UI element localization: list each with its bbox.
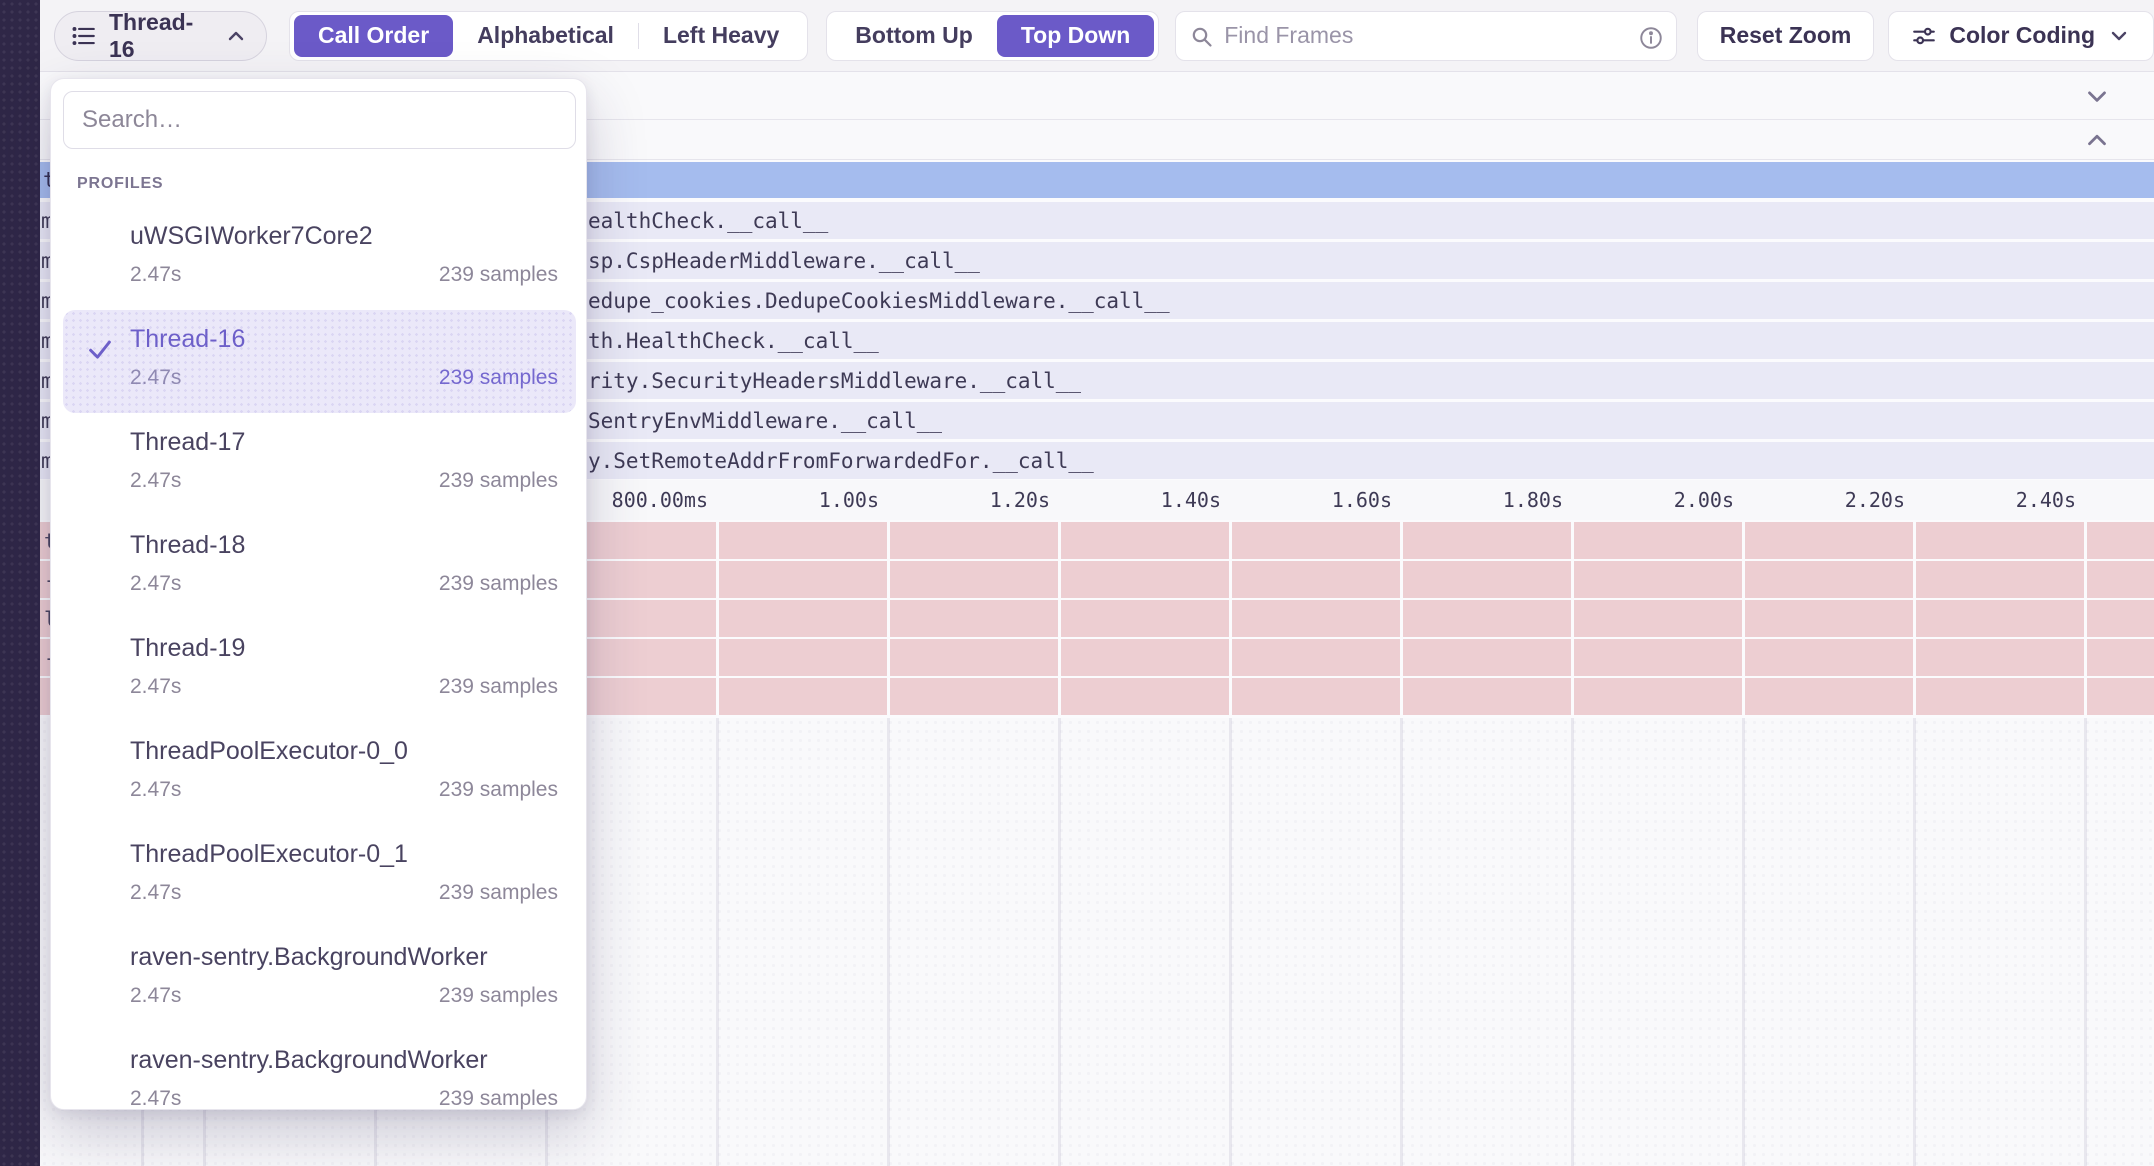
search-icon <box>1190 25 1214 49</box>
frame-label: edupe_cookies.DedupeCookiesMiddleware.__… <box>588 289 1170 313</box>
direction-bottom-up-button[interactable]: Bottom Up <box>831 15 997 57</box>
profile-duration: 2.47s <box>130 881 181 905</box>
info-icon[interactable] <box>1638 25 1664 51</box>
profile-samples: 239 samples <box>439 469 558 493</box>
axis-tick-label: 1.60s <box>1232 488 1392 512</box>
frame-label: sp.CspHeaderMiddleware.__call__ <box>588 249 980 273</box>
dropdown-search-input[interactable] <box>82 106 557 134</box>
list-item[interactable]: raven-sentry.BackgroundWorker 2.47s 239 … <box>63 928 576 1031</box>
profiler-app: Thread-16 Call Order Alphabetical Left H… <box>0 0 2154 1166</box>
frame-label: th.HealthCheck.__call__ <box>588 329 879 353</box>
list-item[interactable]: Thread-17 2.47s 239 samples <box>63 413 576 516</box>
axis-tick-label: 2.00s <box>1574 488 1734 512</box>
profile-duration: 2.47s <box>130 469 181 493</box>
sliders-icon <box>1911 23 1937 49</box>
profiles-section-label: PROFILES <box>77 175 163 193</box>
profile-name: raven-sentry.BackgroundWorker <box>130 943 488 972</box>
list-item[interactable]: ThreadPoolExecutor-0_0 2.47s 239 samples <box>63 722 576 825</box>
axis-tick-label: 2.20s <box>1745 488 1905 512</box>
frame-label: SentryEnvMiddleware.__call__ <box>588 409 942 433</box>
frame-label: ealthCheck.__call__ <box>588 209 828 233</box>
profile-name: Thread-18 <box>130 531 245 560</box>
thread-dropdown-panel: PROFILES uWSGIWorker7Core2 2.47s 239 sam… <box>50 78 587 1110</box>
chevron-up-icon[interactable] <box>2082 125 2112 155</box>
left-nav-strip <box>0 0 40 1166</box>
axis-tick-label: 1.00s <box>719 488 879 512</box>
frame-label: rity.SecurityHeadersMiddleware.__call__ <box>588 369 1081 393</box>
list-item-selected[interactable]: Thread-16 2.47s 239 samples <box>63 310 576 413</box>
profile-duration: 2.47s <box>130 675 181 699</box>
sort-mode-segmented-control: Call Order Alphabetical Left Heavy <box>289 11 808 61</box>
profile-duration: 2.47s <box>130 572 181 596</box>
axis-tick-label: 1.80s <box>1403 488 1563 512</box>
thread-selector-button[interactable]: Thread-16 <box>54 11 267 61</box>
toolbar: Thread-16 Call Order Alphabetical Left H… <box>0 0 2154 72</box>
list-icon <box>71 23 97 49</box>
frame-label: y.SetRemoteAddrFromForwardedFor.__call__ <box>588 449 1094 473</box>
find-frames-container <box>1175 11 1676 61</box>
profile-samples: 239 samples <box>439 572 558 596</box>
profile-name: uWSGIWorker7Core2 <box>130 222 373 251</box>
profile-name: raven-sentry.BackgroundWorker <box>130 1046 488 1075</box>
color-coding-label: Color Coding <box>1949 22 2095 49</box>
reset-zoom-button[interactable]: Reset Zoom <box>1697 11 1875 61</box>
profile-duration: 2.47s <box>130 1087 181 1111</box>
list-item[interactable]: raven-sentry.BackgroundWorker 2.47s 239 … <box>63 1031 576 1134</box>
profile-duration: 2.47s <box>130 263 181 287</box>
profile-samples: 239 samples <box>439 366 558 390</box>
profile-duration: 2.47s <box>130 778 181 802</box>
profile-samples: 239 samples <box>439 881 558 905</box>
axis-tick-label: 1.20s <box>890 488 1050 512</box>
profile-name: Thread-19 <box>130 634 245 663</box>
profile-name: ThreadPoolExecutor-0_1 <box>130 840 408 869</box>
list-item[interactable]: ThreadPoolExecutor-0_1 2.47s 239 samples <box>63 825 576 928</box>
profile-samples: 239 samples <box>439 675 558 699</box>
list-item[interactable]: Thread-19 2.47s 239 samples <box>63 619 576 722</box>
direction-top-down-button[interactable]: Top Down <box>997 15 1154 57</box>
profile-name: ThreadPoolExecutor-0_0 <box>130 737 408 766</box>
checkmark-icon <box>85 334 115 364</box>
list-item[interactable]: uWSGIWorker7Core2 2.47s 239 samples <box>63 207 576 310</box>
profile-samples: 239 samples <box>439 984 558 1008</box>
profile-name: Thread-16 <box>130 325 245 354</box>
chevron-down-icon[interactable] <box>2082 81 2112 111</box>
dropdown-search-container <box>63 91 576 149</box>
profile-samples: 239 samples <box>439 1087 558 1111</box>
profile-duration: 2.47s <box>130 984 181 1008</box>
sort-alphabetical-button[interactable]: Alphabetical <box>453 15 638 57</box>
profiles-list: uWSGIWorker7Core2 2.47s 239 samples Thre… <box>63 207 576 1134</box>
find-frames-input[interactable] <box>1224 22 1629 49</box>
color-coding-button[interactable]: Color Coding <box>1888 11 2154 61</box>
profile-duration: 2.47s <box>130 366 181 390</box>
axis-tick-label: 2.40s <box>1916 488 2076 512</box>
chevron-up-icon <box>224 24 248 48</box>
profile-samples: 239 samples <box>439 263 558 287</box>
direction-segmented-control: Bottom Up Top Down <box>826 11 1159 61</box>
list-item[interactable]: Thread-18 2.47s 239 samples <box>63 516 576 619</box>
sort-call-order-button[interactable]: Call Order <box>294 15 453 57</box>
axis-tick-label: 1.40s <box>1061 488 1221 512</box>
profile-samples: 239 samples <box>439 778 558 802</box>
chevron-down-icon <box>2107 24 2131 48</box>
thread-selector-label: Thread-16 <box>109 9 210 63</box>
profile-name: Thread-17 <box>130 428 245 457</box>
sort-left-heavy-button[interactable]: Left Heavy <box>639 15 803 57</box>
